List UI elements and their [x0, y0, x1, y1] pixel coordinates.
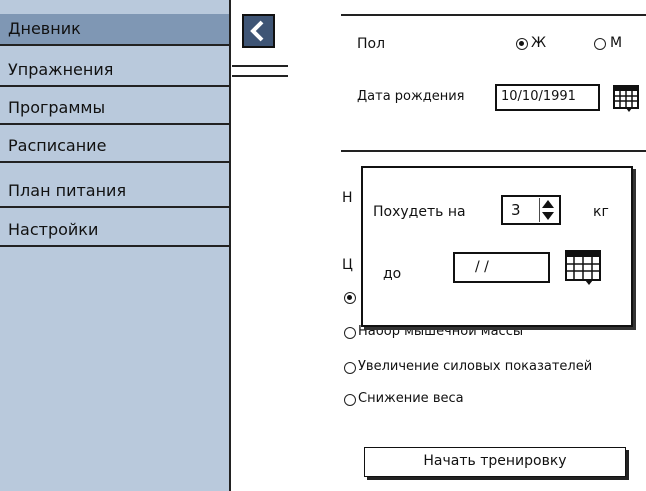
- sidebar-item-label: Упражнения: [8, 60, 114, 79]
- calendar-icon: [613, 85, 639, 112]
- partial-label-c: Ц: [342, 257, 353, 273]
- gender-female-radio[interactable]: [516, 38, 528, 50]
- menu-lines-bottom: [232, 75, 288, 77]
- until-label: до: [383, 266, 402, 282]
- sidebar-item-label: Дневник: [8, 19, 81, 38]
- weight-amount-value: 3: [511, 201, 521, 219]
- goal-radio-0[interactable]: [344, 292, 356, 304]
- weight-unit-label: кг: [593, 204, 609, 220]
- gender-label: Пол: [357, 36, 386, 52]
- target-date-calendar-button[interactable]: [565, 250, 601, 286]
- sidebar-item-schedule[interactable]: Расписание: [0, 131, 229, 163]
- calendar-icon: [565, 250, 601, 285]
- start-workout-button[interactable]: Начать тренировку: [364, 447, 626, 477]
- menu-lines-top: [232, 65, 288, 67]
- stepper-arrows[interactable]: [538, 198, 557, 226]
- birthdate-calendar-button[interactable]: [613, 85, 639, 113]
- target-date-field[interactable]: / /: [453, 252, 550, 283]
- sidebar-item-label: Программы: [8, 98, 106, 117]
- sidebar-item-meal-plan[interactable]: План питания: [0, 176, 229, 208]
- top-divider: [341, 14, 646, 16]
- goal-label-weight-loss: Снижение веса: [358, 391, 464, 406]
- section-divider: [341, 150, 646, 152]
- partial-label-n: Н: [342, 190, 353, 206]
- goal-radio-muscle[interactable]: [344, 327, 356, 339]
- back-button[interactable]: [242, 14, 275, 48]
- goal-label-strength: Увеличение силовых показателей: [358, 359, 593, 374]
- goal-radio-strength[interactable]: [344, 362, 356, 374]
- sidebar-item-settings[interactable]: Настройки: [0, 215, 229, 247]
- birthdate-label: Дата рождения: [357, 89, 465, 104]
- sidebar-item-label: План питания: [8, 181, 127, 200]
- chevron-left-icon: [250, 20, 264, 42]
- sidebar-item-diary[interactable]: Дневник: [0, 14, 229, 46]
- lose-weight-label: Похудеть на: [373, 204, 466, 220]
- stepper-arrows-icon: [538, 198, 554, 222]
- sidebar: Дневник Упражнения Программы Расписание …: [0, 0, 231, 491]
- sidebar-item-exercises[interactable]: Упражнения: [0, 55, 229, 87]
- sidebar-item-label: Настройки: [8, 220, 99, 239]
- goal-radio-weight-loss[interactable]: [344, 394, 356, 406]
- weight-goal-popup: Похудеть на 3 кг до / /: [361, 166, 633, 327]
- gender-male-label: М: [610, 35, 623, 51]
- gender-female-label: Ж: [531, 35, 547, 51]
- birthdate-field[interactable]: 10/10/1991: [495, 84, 600, 111]
- sidebar-item-label: Расписание: [8, 136, 107, 155]
- gender-male-radio[interactable]: [594, 38, 606, 50]
- sidebar-item-programs[interactable]: Программы: [0, 93, 229, 125]
